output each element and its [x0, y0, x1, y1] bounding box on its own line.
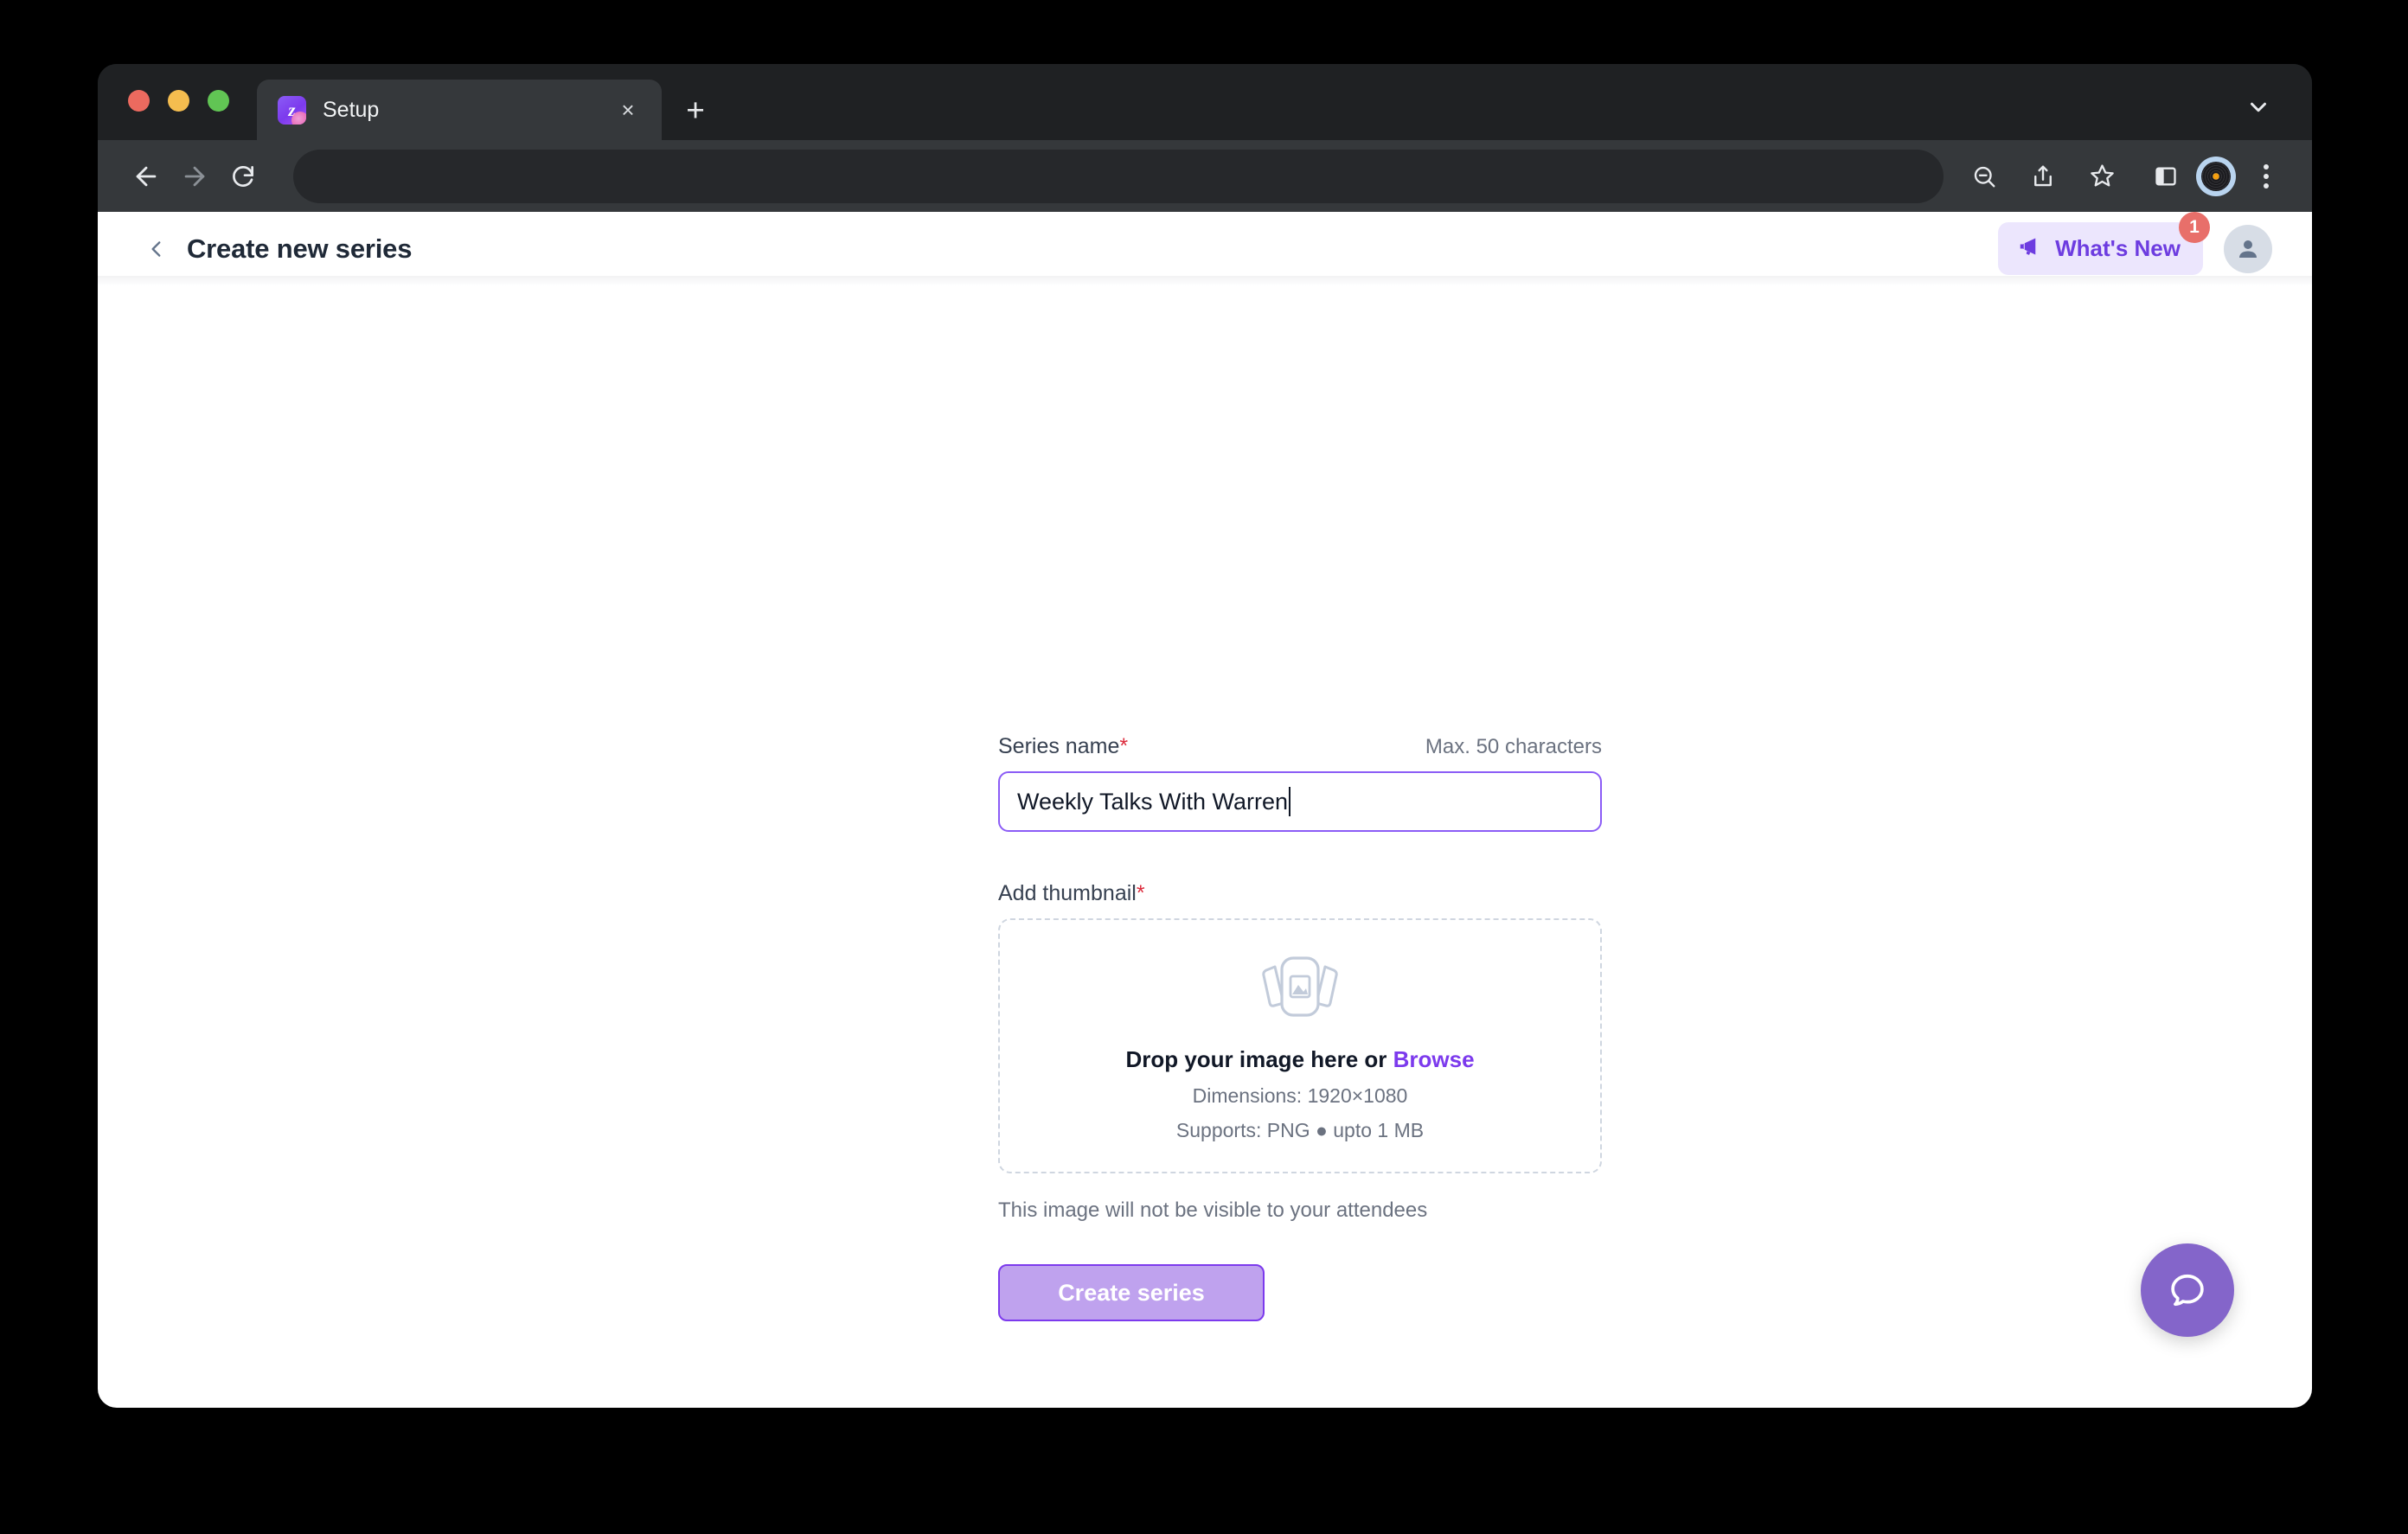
series-name-label: Series name* [998, 734, 1129, 758]
browser-window: z Setup × + Create new series What's New… [98, 64, 2312, 1408]
window-close-button[interactable] [128, 90, 150, 112]
browse-link[interactable]: Browse [1393, 1046, 1475, 1072]
favicon-pink-accent [291, 111, 306, 125]
dropzone-main-text: Drop your image here or Browse [1125, 1046, 1474, 1073]
browser-tab-setup[interactable]: z Setup × [257, 80, 662, 140]
thumbnail-dropzone[interactable]: Drop your image here or Browse Dimension… [998, 918, 1602, 1173]
help-chat-fab[interactable] [2141, 1243, 2234, 1337]
tabs-row: z Setup × + [257, 80, 720, 140]
share-icon[interactable] [2020, 153, 2066, 200]
header-actions: What's New 1 [1998, 212, 2272, 275]
app-header: Create new series What's New 1 [98, 212, 2312, 286]
whats-new-label: What's New [2055, 235, 2181, 261]
add-thumbnail-label: Add thumbnail* [998, 881, 1145, 905]
add-thumbnail-label-row: Add thumbnail* [998, 881, 1602, 906]
page-title: Create new series [187, 233, 413, 264]
zoom-app-favicon-icon: z [278, 95, 306, 125]
create-series-button[interactable]: Create series [998, 1264, 1265, 1321]
new-tab-button[interactable]: + [670, 85, 720, 135]
create-series-form: Series name* Max. 50 characters Weekly T… [998, 734, 1602, 1321]
chat-bubble-icon [2171, 1274, 2204, 1307]
toolbar-action-group [1961, 153, 2125, 200]
window-maximize-button[interactable] [208, 90, 229, 112]
browser-toolbar [98, 140, 2312, 212]
page-viewport: Create new series What's New 1 Series na… [98, 212, 2312, 1408]
zoom-out-icon[interactable] [1961, 153, 2008, 200]
required-marker: * [1119, 734, 1129, 758]
sidebar-toggle-icon[interactable] [2142, 153, 2189, 200]
browser-tab-strip: z Setup × + [98, 64, 2312, 140]
megaphone-icon [2017, 233, 2043, 264]
dimensions-text: Dimensions: 1920×1080 [1192, 1084, 1408, 1107]
browser-menu-icon[interactable] [2243, 153, 2290, 200]
max-characters-hint: Max. 50 characters [1425, 735, 1602, 758]
back-chevron-left-icon[interactable] [141, 233, 172, 265]
browser-forward-icon[interactable] [170, 152, 219, 201]
series-name-label-row: Series name* Max. 50 characters [998, 734, 1602, 759]
window-minimize-button[interactable] [168, 90, 189, 112]
browser-back-icon[interactable] [122, 152, 170, 201]
series-name-value: Weekly Talks With Warren [1017, 788, 1289, 815]
browser-address-bar[interactable] [293, 149, 1944, 203]
user-avatar-icon [2239, 240, 2257, 258]
whats-new-button[interactable]: What's New 1 [1998, 212, 2210, 275]
thumbnail-helper-text: This image will not be visible to your a… [998, 1198, 1428, 1222]
profile-avatar-image [2201, 161, 2231, 191]
profile-avatar-icon[interactable] [2196, 156, 2236, 196]
supports-text: Supports: PNG ● upto 1 MB [1175, 1119, 1425, 1141]
required-marker: * [1136, 881, 1145, 905]
text-caret [1289, 787, 1291, 816]
series-name-input[interactable]: Weekly Talks With Warren [998, 771, 1602, 832]
bookmark-star-icon[interactable] [2078, 153, 2125, 200]
window-traffic-lights [128, 90, 229, 112]
browser-tab-title: Setup [323, 97, 380, 122]
browser-reload-icon[interactable] [219, 152, 267, 201]
whats-new-badge: 1 [2179, 212, 2210, 243]
tab-close-icon[interactable]: × [613, 95, 643, 125]
tab-list-chevron-down-icon[interactable] [2241, 90, 2276, 125]
image-stack-icon [1249, 949, 1351, 1024]
user-avatar[interactable] [2224, 224, 2272, 273]
drop-text-prefix: Drop your image here or [1125, 1046, 1393, 1072]
